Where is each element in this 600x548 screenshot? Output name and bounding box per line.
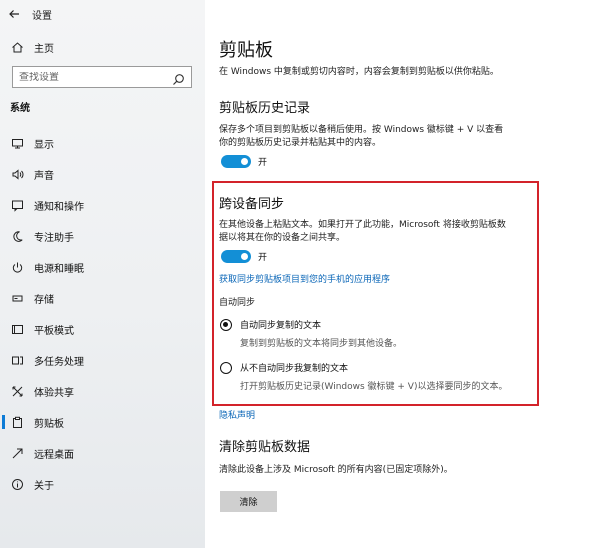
radio-auto-sync[interactable]: 自动同步复制的文本: [220, 318, 321, 331]
sidebar-item-remote-desktop[interactable]: 远程桌面: [0, 442, 205, 464]
sync-toggle[interactable]: [221, 250, 251, 263]
selection-indicator: [2, 415, 5, 429]
auto-sync-label: 自动同步: [219, 298, 256, 308]
sidebar-item-label: 专注助手: [34, 232, 74, 244]
sidebar-item-label: 体验共享: [34, 387, 74, 399]
window-title: 设置: [32, 10, 52, 22]
section-label-system: 系统: [10, 103, 30, 114]
sidebar-item-display[interactable]: 显示: [0, 132, 205, 154]
clear-button[interactable]: 清除: [220, 491, 277, 512]
history-desc-line1: 保存多个项目到剪贴板以备稍后使用。按 Windows 徽标键 + V 以查看: [219, 125, 504, 135]
sync-toggle-row: 开: [221, 250, 267, 263]
sidebar-item-storage[interactable]: 存储: [0, 287, 205, 309]
sidebar-item-shared-experiences[interactable]: 体验共享: [0, 380, 205, 402]
radio-never-sync-label: 从不自动同步我复制的文本: [240, 364, 349, 374]
remote-icon: [0, 447, 34, 460]
search-icon[interactable]: [172, 71, 185, 85]
sidebar-item-notifications[interactable]: 通知和操作: [0, 194, 205, 216]
tablet-icon: [0, 323, 34, 336]
sidebar-item-multitasking[interactable]: 多任务处理: [0, 349, 205, 371]
sidebar-item-sound[interactable]: 声音: [0, 163, 205, 185]
sidebar-item-label: 平板模式: [34, 325, 74, 337]
clipboard-icon: [0, 416, 34, 429]
radio-auto-sync-desc: 复制到剪贴板的文本将同步到其他设备。: [240, 339, 403, 349]
sidebar-item-tablet-mode[interactable]: 平板模式: [0, 318, 205, 340]
history-desc-line2: 你的剪贴板历史记录并粘贴其中的内容。: [219, 138, 382, 148]
history-toggle[interactable]: [221, 155, 251, 168]
history-toggle-row: 开: [221, 155, 267, 168]
radio-never-sync-desc: 打开剪贴板历史记录(Windows 徽标键 + V)以选择要同步的文本。: [240, 382, 508, 392]
intro-text: 在 Windows 中复制或剪切内容时，内容会复制到剪贴板以供你粘贴。: [219, 67, 499, 77]
history-toggle-label: 开: [258, 158, 268, 168]
sidebar-item-label: 声音: [34, 170, 54, 182]
sync-desc-line1: 在其他设备上粘贴文本。如果打开了此功能，Microsoft 将接收剪贴板数: [219, 220, 506, 230]
sidebar-item-label: 多任务处理: [34, 356, 84, 368]
main-content: 剪贴板 在 Windows 中复制或剪切内容时，内容会复制到剪贴板以供你粘贴。 …: [205, 0, 600, 548]
sidebar-item-label: 存储: [34, 294, 54, 306]
sidebar-item-power[interactable]: 电源和睡眠: [0, 256, 205, 278]
power-icon: [0, 261, 34, 274]
storage-icon: [0, 292, 34, 305]
info-icon: [0, 478, 34, 491]
back-arrow-icon: [9, 10, 19, 18]
moon-icon: [0, 230, 34, 243]
sidebar-item-label: 通知和操作: [34, 201, 84, 213]
sidebar-item-label: 剪贴板: [34, 418, 64, 430]
monitor-icon: [0, 137, 34, 150]
multitask-icon: [0, 354, 34, 367]
sync-toggle-label: 开: [258, 253, 268, 263]
sidebar-item-label: 显示: [34, 139, 54, 151]
sidebar-item-about[interactable]: 关于: [0, 473, 205, 495]
speaker-icon: [0, 168, 34, 181]
clear-section-title: 清除剪贴板数据: [219, 440, 311, 455]
page-title: 剪贴板: [219, 40, 273, 61]
share-icon: [0, 385, 34, 398]
radio-auto-sync-dot[interactable]: [220, 318, 232, 331]
sidebar-item-label: 远程桌面: [34, 449, 74, 461]
sidebar-item-label: 关于: [34, 480, 54, 492]
sidebar-item-label: 电源和睡眠: [34, 263, 84, 275]
privacy-statement-link[interactable]: 隐私声明: [219, 408, 255, 421]
title-bar: 设置: [0, 0, 205, 28]
sidebar-item-label: 主页: [34, 43, 54, 55]
sync-desc-line2: 据以将其在你的设备之间共享。: [219, 233, 346, 243]
search-box[interactable]: [12, 66, 192, 88]
notification-icon: [0, 199, 34, 212]
sync-section-title: 跨设备同步: [219, 197, 285, 212]
radio-never-sync[interactable]: 从不自动同步我复制的文本: [220, 361, 348, 374]
history-section-title: 剪贴板历史记录: [219, 101, 311, 116]
sidebar-item-home[interactable]: 主页: [0, 36, 205, 58]
clear-desc: 清除此设备上涉及 Microsoft 的所有内容(已固定项除外)。: [219, 465, 453, 475]
back-button[interactable]: [0, 0, 28, 28]
sidebar-item-focus-assist[interactable]: 专注助手: [0, 225, 205, 247]
home-icon: [0, 41, 34, 54]
radio-never-sync-dot[interactable]: [220, 361, 232, 374]
search-input[interactable]: [13, 71, 163, 83]
radio-auto-sync-label: 自动同步复制的文本: [240, 321, 322, 331]
sidebar: 设置 主页 系统 显示 声音 通知和操作 专注助手 电源和睡眠 存储: [0, 0, 205, 548]
get-phone-app-link[interactable]: 获取同步剪贴板项目到您的手机的应用程序: [219, 272, 390, 285]
sidebar-item-clipboard[interactable]: 剪贴板: [0, 411, 205, 433]
